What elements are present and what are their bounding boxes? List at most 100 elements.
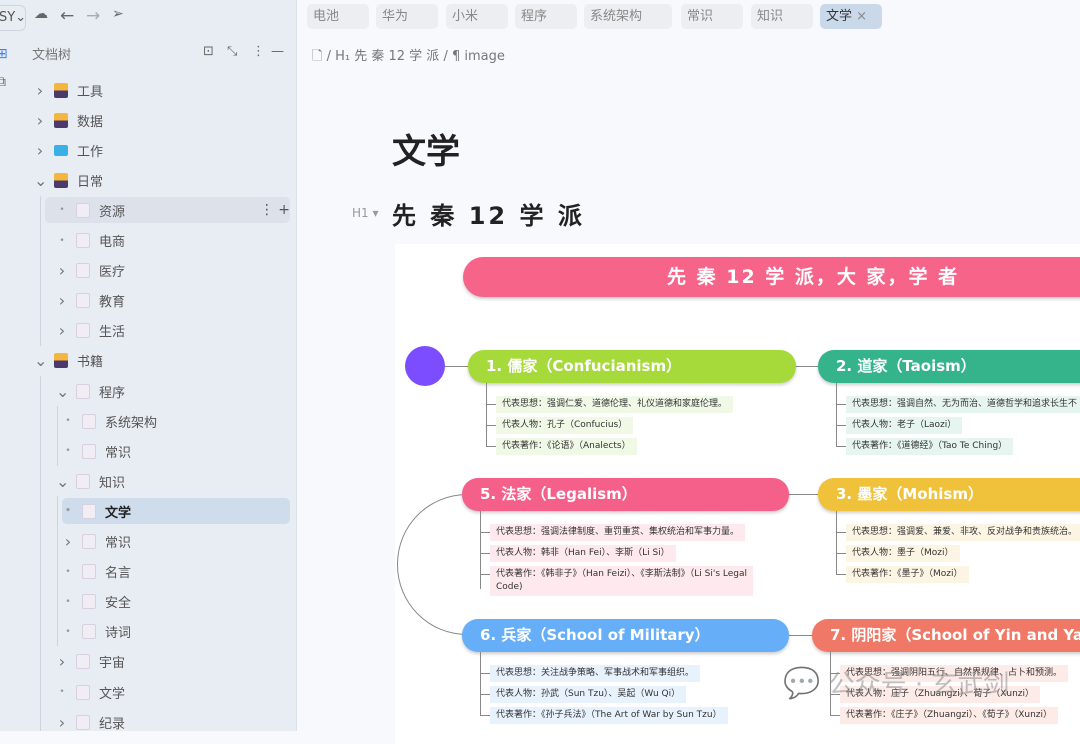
- tab[interactable]: 电池: [307, 4, 369, 29]
- tree-item[interactable]: • 常识: [62, 438, 290, 464]
- chevron-icon[interactable]: ⌄: [34, 351, 47, 370]
- connector-line: [480, 532, 490, 533]
- tree-item[interactable]: › 工具: [34, 77, 290, 103]
- tree-item[interactable]: ⌄ 程序: [45, 378, 290, 404]
- chevron-icon[interactable]: ›: [56, 713, 68, 732]
- tree-item-label: 常识: [105, 445, 132, 461]
- tree-item[interactable]: • 系统架构: [62, 408, 290, 434]
- connector-line: [789, 494, 818, 495]
- sync-cloud-icon[interactable]: ☁: [34, 6, 48, 22]
- back-icon[interactable]: ←: [60, 6, 74, 26]
- breadcrumb-block[interactable]: ¶ image: [452, 49, 505, 64]
- forward-icon[interactable]: →: [86, 6, 100, 26]
- tab[interactable]: 系统架构: [584, 4, 672, 29]
- collapse-all-icon[interactable]: ⤡: [227, 44, 237, 59]
- focus-icon[interactable]: ⊡: [203, 44, 214, 59]
- send-icon[interactable]: ➢: [112, 6, 124, 22]
- tree-item[interactable]: › 工作: [34, 137, 290, 163]
- tree-item[interactable]: › 医疗: [45, 258, 290, 284]
- school-detail: 代表人物：韩非（Han Fei）、李斯（Li Si）: [490, 545, 676, 562]
- doc-icon[interactable]: 🗋: [312, 49, 322, 64]
- chevron-icon[interactable]: ⌄: [34, 171, 47, 190]
- minimize-icon[interactable]: —: [271, 44, 284, 59]
- connector-line: [486, 425, 496, 426]
- school-detail: 代表人物：老子（Laozi）: [846, 417, 963, 434]
- tree-item-label: 诗词: [105, 626, 132, 642]
- chevron-icon[interactable]: ›: [34, 81, 46, 100]
- doc-tree-dock-icon[interactable]: ⊞: [0, 46, 8, 62]
- tree-item[interactable]: › 常识: [62, 529, 290, 555]
- school-node[interactable]: 6. 兵家（School of Military）: [462, 619, 789, 652]
- tree-item[interactable]: • 诗词: [62, 619, 290, 645]
- school-detail: 代表著作：《孙子兵法》（The Art of War by Sun Tzu）: [490, 707, 728, 724]
- row-actions-icon[interactable]: ⋮ +: [260, 202, 290, 218]
- school-node[interactable]: 2. 道家（Taoism）: [818, 350, 1080, 383]
- tree-item[interactable]: › 数据: [34, 107, 290, 133]
- school-node[interactable]: 7. 阴阳家（School of Yin and Yang）: [812, 619, 1080, 652]
- chevron-icon[interactable]: ›: [34, 111, 46, 130]
- tree-item[interactable]: ⌄ 知识: [45, 468, 290, 494]
- tree-item[interactable]: ⌄ 日常: [34, 167, 290, 193]
- heading-level-tag[interactable]: H1 ▾: [352, 206, 379, 220]
- connector-line: [480, 574, 490, 575]
- tree-item[interactable]: • 名言: [62, 559, 290, 585]
- school-detail: 代表思想：强调仁爱、道德伦理、礼仪道德和家庭伦理。: [496, 396, 734, 413]
- tab[interactable]: 程序: [515, 4, 577, 29]
- tree-item[interactable]: ⌄ 书籍: [34, 348, 290, 374]
- tab[interactable]: 文学 ×: [820, 4, 882, 29]
- close-tab-icon[interactable]: ×: [852, 9, 867, 24]
- connector-line: [836, 553, 846, 554]
- workspace-select[interactable]: SY⌄: [0, 5, 26, 31]
- mindmap-image[interactable]: 先 秦 12 学 派，大 家，学 者 1. 儒家（Confucianism） 代表…: [395, 244, 1080, 744]
- tree-item-label: 电商: [99, 235, 126, 250]
- tree-item[interactable]: › 教育: [45, 288, 290, 314]
- tree-item-label: 安全: [105, 596, 132, 612]
- document-icon: [76, 233, 90, 248]
- chevron-icon[interactable]: ⌄: [56, 472, 69, 491]
- school-detail: 代表人物：孙武（Sun Tzu）、吴起（Wu Qi）: [490, 686, 687, 703]
- tree-item-label: 数据: [77, 114, 104, 130]
- chevron-icon[interactable]: ›: [34, 141, 46, 160]
- connector-line: [480, 673, 490, 674]
- school-node[interactable]: 5. 法家（Legalism）: [462, 478, 789, 511]
- bullet-icon: •: [65, 446, 71, 457]
- document-icon: [76, 323, 90, 339]
- tree-item-label: 纪录: [99, 716, 126, 732]
- school-node[interactable]: 3. 墨家（Mohism）: [818, 478, 1080, 511]
- tab[interactable]: 华为: [376, 4, 438, 29]
- chevron-icon[interactable]: ›: [56, 321, 68, 340]
- connector-line: [486, 446, 496, 447]
- school-node[interactable]: 1. 儒家（Confucianism）: [468, 350, 796, 383]
- computer-icon: [54, 144, 68, 156]
- chevron-icon[interactable]: ›: [56, 261, 68, 280]
- bullet-icon: •: [59, 205, 65, 216]
- outline-dock-icon[interactable]: ⧉: [0, 74, 6, 90]
- document-icon: [82, 594, 96, 610]
- document-icon: [82, 443, 96, 459]
- tree-item[interactable]: • 电商: [45, 228, 290, 254]
- tree-item[interactable]: • 文学: [45, 679, 290, 705]
- tab[interactable]: 小米: [446, 4, 508, 29]
- tab[interactable]: 知识: [751, 4, 813, 29]
- tree-item[interactable]: • 资源 ⋮ +: [45, 197, 290, 224]
- school-detail: 代表思想：强调法律制度、重罚重赏、集权统治和军事力量。: [490, 524, 746, 541]
- tab[interactable]: 常识: [681, 4, 743, 29]
- tree-item[interactable]: › 宇宙: [45, 649, 290, 675]
- breadcrumb-heading[interactable]: H₁ 先 秦 12 学 派: [335, 49, 439, 64]
- tree-item[interactable]: • 文学: [62, 498, 290, 525]
- tree-item-label: 名言: [105, 566, 132, 582]
- chevron-icon[interactable]: ⌄: [56, 382, 69, 401]
- tree-item[interactable]: • 安全: [62, 589, 290, 615]
- tree-item[interactable]: › 生活: [45, 318, 290, 344]
- tree-item-label: 常识: [105, 536, 132, 551]
- more-icon[interactable]: ⋮: [252, 44, 265, 59]
- tree-item-label: 教育: [99, 295, 126, 311]
- mindmap-title: 先 秦 12 学 派，大 家，学 者: [463, 257, 1080, 297]
- breadcrumb: 🗋 / H₁ 先 秦 12 学 派 / ¶ image: [312, 49, 505, 64]
- chevron-icon[interactable]: ›: [62, 532, 74, 551]
- chevron-icon[interactable]: ›: [56, 291, 68, 310]
- connector-line: [445, 366, 468, 367]
- connector-arc: [397, 494, 477, 635]
- chevron-icon[interactable]: ›: [56, 652, 68, 671]
- tree-item[interactable]: › 纪录: [45, 709, 290, 735]
